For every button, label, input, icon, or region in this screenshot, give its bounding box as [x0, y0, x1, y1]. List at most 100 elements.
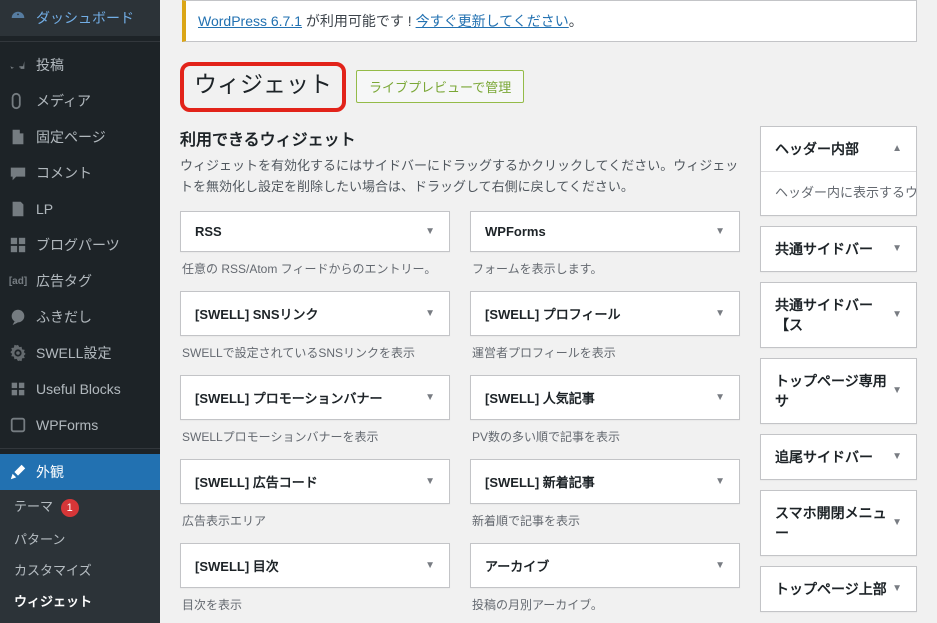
submenu-widgets[interactable]: ウィジェット: [0, 585, 160, 616]
chevron-down-icon: ▼: [715, 560, 725, 571]
submenu-patterns[interactable]: パターン: [0, 523, 160, 554]
widget-area-header[interactable]: 共通サイドバー【ス▼: [761, 283, 916, 347]
submenu-menus[interactable]: メニュー: [0, 616, 160, 623]
widget-area-header[interactable]: 共通サイドバー▼: [761, 227, 916, 271]
menu-label: 広告タグ: [36, 271, 92, 291]
widget-area-header[interactable]: ヘッダー内部▲: [761, 127, 916, 171]
menu-label: コメント: [36, 163, 92, 183]
widget-cell: [SWELL] プロフィール▼運営者プロフィールを表示: [470, 291, 740, 361]
menu-label: LP: [36, 201, 53, 217]
widget-cell: [SWELL] 目次▼目次を表示: [180, 543, 450, 613]
menu-swell-settings[interactable]: SWELL設定: [0, 335, 160, 371]
widget-grid: RSS▼任意の RSS/Atom フィードからのエントリー。WPForms▼フォ…: [180, 211, 740, 623]
widget-title: WPForms: [485, 224, 546, 239]
page-title: ウィジェット: [194, 70, 332, 100]
widget-item[interactable]: アーカイブ▼: [470, 543, 740, 588]
update-notice: WordPress 6.7.1 が利用可能です ! 今すぐ更新してください。: [182, 0, 917, 42]
menu-comments[interactable]: コメント: [0, 155, 160, 191]
widget-area: 共通サイドバー▼: [760, 226, 917, 272]
available-widgets-column: 利用できるウィジェット ウィジェットを有効化するにはサイドバーにドラッグするかク…: [180, 126, 740, 623]
widget-item[interactable]: RSS ▼: [180, 211, 450, 252]
widget-item[interactable]: [SWELL] 人気記事▼: [470, 375, 740, 420]
widget-area: ヘッダー内部▲ヘッダー内に表示するウ: [760, 126, 917, 216]
widget-item[interactable]: [SWELL] 新着記事▼: [470, 459, 740, 504]
submenu-label: カスタマイズ: [14, 563, 92, 578]
widget-area-header[interactable]: スマホ開閉メニュー▼: [761, 491, 916, 555]
submenu-label: テーマ: [14, 499, 53, 514]
menu-useful-blocks[interactable]: Useful Blocks: [0, 371, 160, 407]
widget-area: スマホ開閉メニュー▼: [760, 490, 917, 556]
widget-area: 共通サイドバー【ス▼: [760, 282, 917, 348]
chevron-down-icon: ▼: [425, 226, 435, 237]
widget-area-title: 追尾サイドバー: [775, 447, 873, 467]
chevron-down-icon: ▼: [715, 308, 725, 319]
widget-areas-column: ヘッダー内部▲ヘッダー内に表示するウ共通サイドバー▼共通サイドバー【ス▼トップペ…: [760, 126, 917, 623]
chevron-down-icon: ▼: [892, 583, 902, 594]
widget-area-header[interactable]: 追尾サイドバー ▼: [761, 435, 916, 479]
widget-title: [SWELL] 広告コード: [195, 472, 318, 491]
menu-fukidashi[interactable]: ふきだし: [0, 299, 160, 335]
comment-icon: [8, 163, 28, 183]
chevron-down-icon: ▼: [892, 517, 902, 528]
widget-area: 追尾サイドバー ▼: [760, 434, 917, 480]
widget-description: 投稿の月別アーカイブ。: [470, 596, 740, 613]
menu-dashboard[interactable]: ダッシュボード: [0, 0, 160, 36]
appearance-submenu: テーマ 1 パターン カスタマイズ ウィジェット メニュー テーマファイルエディ…: [0, 490, 160, 623]
widget-area-header[interactable]: トップページ専用サ▼: [761, 359, 916, 423]
widget-item[interactable]: [SWELL] 広告コード ▼: [180, 459, 450, 504]
menu-pages[interactable]: 固定ページ: [0, 119, 160, 155]
widget-item[interactable]: [SWELL] プロフィール ▼: [470, 291, 740, 336]
menu-wpforms[interactable]: WPForms: [0, 407, 160, 443]
widget-area-header[interactable]: トップページ上部 ▼: [761, 567, 916, 611]
widget-item[interactable]: WPForms▼: [470, 211, 740, 252]
page-icon: [8, 127, 28, 147]
available-widgets-title: 利用できるウィジェット: [180, 126, 740, 150]
chevron-down-icon: ▼: [425, 392, 435, 403]
widget-area-title: トップページ上部: [775, 579, 887, 599]
menu-label: 固定ページ: [36, 127, 106, 147]
menu-label: メディア: [36, 91, 91, 111]
submenu-themes[interactable]: テーマ 1: [0, 490, 160, 523]
chevron-down-icon: ▼: [892, 451, 902, 462]
widget-area-title: 共通サイドバー【ス: [775, 295, 892, 335]
menu-lp[interactable]: LP: [0, 191, 160, 227]
widget-cell: アーカイブ▼ 投稿の月別アーカイブ。: [470, 543, 740, 613]
ad-icon: [ad]: [8, 271, 28, 291]
menu-blog-parts[interactable]: ブログパーツ: [0, 227, 160, 263]
widget-title: [SWELL] プロフィール: [485, 304, 621, 323]
widget-cell: [SWELL] 新着記事▼新着順で記事を表示: [470, 459, 740, 529]
chevron-down-icon: ▼: [892, 243, 902, 254]
widget-item[interactable]: [SWELL] 目次▼: [180, 543, 450, 588]
page-header: ウィジェット ライブプレビューで管理: [180, 62, 917, 112]
widget-cell: [SWELL] SNSリンク▼SWELLで設定されているSNSリンクを表示: [180, 291, 450, 361]
pin-icon: [8, 55, 28, 75]
wordpress-version-link[interactable]: WordPress 6.7.1: [198, 13, 302, 29]
chevron-down-icon: ▼: [425, 308, 435, 319]
menu-label: SWELL設定: [36, 343, 111, 363]
widget-area: トップページ専用サ▼: [760, 358, 917, 424]
submenu-label: ウィジェット: [14, 594, 92, 609]
chevron-down-icon: ▼: [425, 476, 435, 487]
media-icon: [8, 91, 28, 111]
menu-ad-tag[interactable]: [ad] 広告タグ: [0, 263, 160, 299]
menu-label: ダッシュボード: [36, 8, 134, 28]
menu-appearance[interactable]: 外観: [0, 454, 160, 490]
menu-posts[interactable]: 投稿: [0, 47, 160, 83]
grid-icon: [8, 235, 28, 255]
menu-label: WPForms: [36, 417, 98, 433]
widget-title: RSS: [195, 224, 222, 239]
update-badge: 1: [61, 499, 79, 517]
brush-icon: [8, 462, 28, 482]
widget-cell: [SWELL] プロモーションバナー▼SWELLプロモーションバナーを表示: [180, 375, 450, 445]
widget-title: [SWELL] 目次: [195, 556, 279, 575]
widget-description: フォームを表示します。: [470, 260, 740, 277]
update-now-link[interactable]: 今すぐ更新してください: [416, 13, 569, 29]
menu-label: ブログパーツ: [36, 235, 120, 255]
form-icon: [8, 415, 28, 435]
submenu-customize[interactable]: カスタマイズ: [0, 554, 160, 585]
menu-media[interactable]: メディア: [0, 83, 160, 119]
speech-bubble-icon: [8, 307, 28, 327]
widget-item[interactable]: [SWELL] プロモーションバナー▼: [180, 375, 450, 420]
live-preview-button[interactable]: ライブプレビューで管理: [356, 70, 524, 103]
widget-item[interactable]: [SWELL] SNSリンク▼: [180, 291, 450, 336]
